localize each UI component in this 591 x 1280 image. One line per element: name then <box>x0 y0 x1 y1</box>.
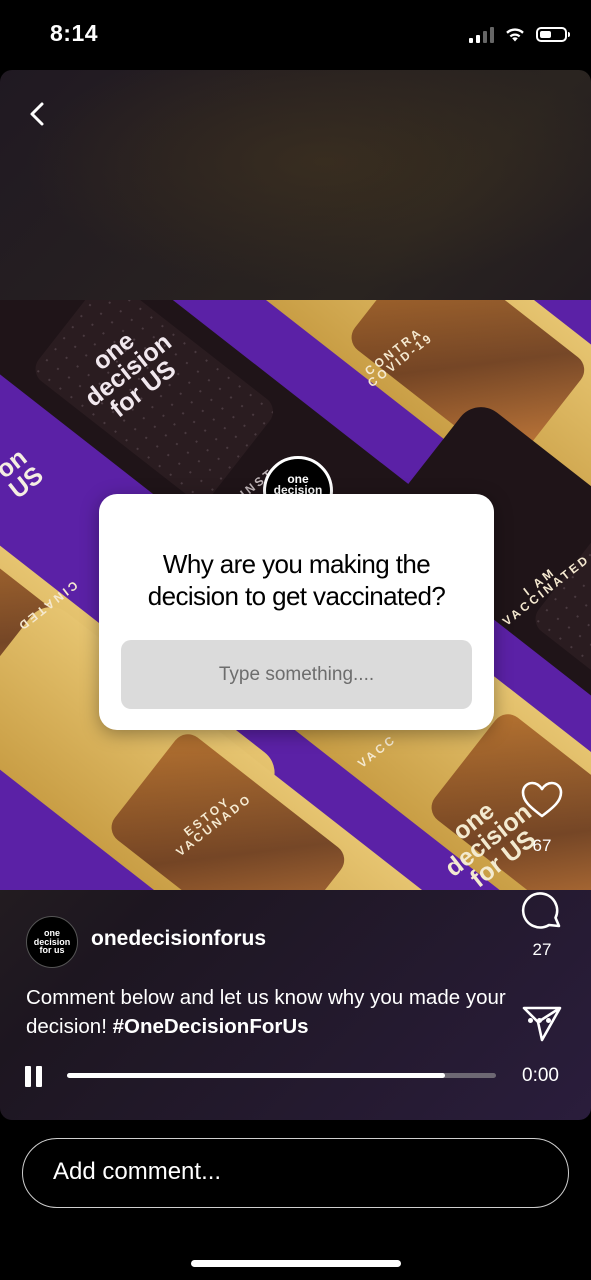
caption: Comment below and let us know why you ma… <box>26 983 526 1041</box>
playback-time: 0:00 <box>522 1065 559 1086</box>
add-comment-placeholder: Add comment... <box>53 1158 222 1185</box>
question-sticker[interactable]: Why are you making the decision to get v… <box>99 494 494 730</box>
question-text: Why are you making the decision to get v… <box>147 549 446 611</box>
status-icons <box>469 25 570 43</box>
comment-count: 27 <box>532 940 552 959</box>
battery-icon <box>536 26 570 42</box>
chevron-left-icon <box>30 102 44 126</box>
more-options-button[interactable] <box>528 1010 556 1030</box>
question-answer-input[interactable]: Type something.... <box>121 640 472 709</box>
playback-progress-fill <box>67 1073 445 1078</box>
add-comment-field[interactable]: Add comment... <box>22 1138 569 1208</box>
author-row[interactable]: one decision for us onedecisionforus <box>26 916 266 968</box>
comment-action[interactable]: 27 <box>510 888 574 960</box>
more-dots-icon <box>528 1017 533 1023</box>
heart-icon[interactable] <box>520 780 564 820</box>
status-time: 8:14 <box>50 20 99 46</box>
like-count: 67 <box>532 836 552 855</box>
signal-icon <box>469 26 494 43</box>
bandage-text-on-us: on US <box>0 443 49 505</box>
comment-bubble-icon[interactable] <box>519 888 565 934</box>
reel-background-glow <box>0 70 591 300</box>
like-action[interactable]: 67 <box>510 780 574 856</box>
author-username[interactable]: onedecisionforus <box>91 927 266 951</box>
author-avatar-logo: one decision for us <box>33 928 71 956</box>
back-button[interactable] <box>22 98 54 130</box>
pause-button[interactable] <box>25 1066 45 1087</box>
author-avatar[interactable]: one decision for us <box>26 916 78 968</box>
wifi-icon <box>506 28 524 42</box>
home-indicator[interactable] <box>191 1260 401 1267</box>
pause-icon <box>25 1066 31 1087</box>
status-bar: 8:14 <box>0 0 591 70</box>
caption-hashtag[interactable]: #OneDecisionForUs <box>113 1015 309 1038</box>
playback-progress-bar[interactable] <box>67 1073 496 1078</box>
